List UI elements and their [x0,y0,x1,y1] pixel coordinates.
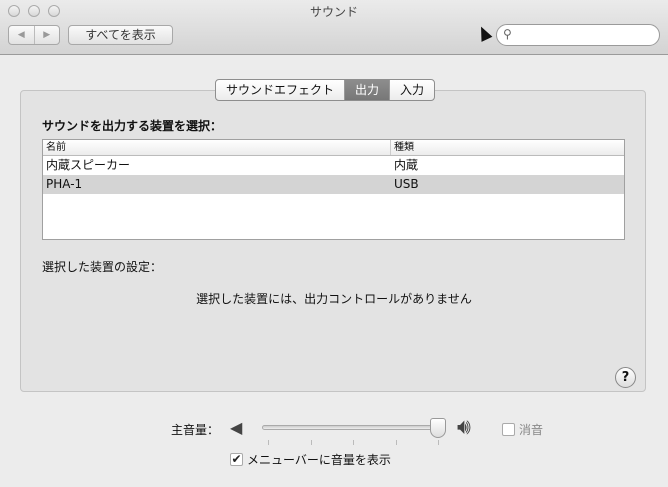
no-controls-message: 選択した装置には、出力コントロールがありません [196,292,472,306]
speaker-low-icon: ◀ [230,418,243,437]
device-table: 名前 種類 内蔵スピーカー 内蔵 PHA-1 USB [42,139,625,240]
tab-output[interactable]: 出力 [345,80,391,100]
device-type: USB [394,177,419,191]
forward-button[interactable]: ▶ [35,26,60,44]
tab-input[interactable]: 入力 [390,80,434,100]
help-button[interactable]: ? [615,367,636,388]
tab-sound-effects[interactable]: サウンドエフェクト [216,80,346,100]
column-type[interactable]: 種類 [391,140,624,155]
window-title: サウンド [309,5,358,19]
device-type: 内蔵 [394,158,419,172]
show-volume-in-menubar-checkbox[interactable]: ✔ メニューバーに音量を表示 [230,451,391,468]
mute-label: 消音 [519,423,544,437]
slider-tick [395,440,397,445]
show-all-button[interactable]: すべてを表示 [68,25,173,45]
show-volume-label: メニューバーに音量を表示 [247,453,391,467]
volume-slider-thumb[interactable] [430,418,446,438]
slider-tick [310,440,312,445]
mouse-cursor-icon [475,24,493,42]
slider-tick [438,440,439,445]
slider-tick [353,440,354,445]
device-select-heading: サウンドを出力する装置を選択： [42,119,223,133]
device-name: 内蔵スピーカー [46,158,131,172]
volume-slider[interactable] [262,425,446,430]
table-row[interactable]: PHA-1 USB [43,175,624,194]
device-name: PHA-1 [46,177,83,191]
nav-buttons: ◀ ▶ [8,25,60,45]
back-button[interactable]: ◀ [9,26,35,44]
device-settings-label: 選択した装置の設定： [42,260,163,274]
speaker-high-icon: 🔊︎ [457,415,471,440]
mute-checkbox[interactable]: 消音 [502,421,543,438]
output-panel [20,90,646,392]
column-name[interactable]: 名前 [43,140,391,155]
slider-tick [268,440,269,445]
tab-bar: サウンドエフェクト 出力 入力 [215,79,436,101]
volume-label: 主音量： [171,423,220,437]
mute-checkbox-box[interactable] [502,423,515,436]
search-input[interactable]: ⚲ [496,24,660,46]
checkbox-checked[interactable]: ✔ [230,453,243,466]
table-header: 名前 種類 [43,140,624,156]
table-row[interactable]: 内蔵スピーカー 内蔵 [43,156,624,175]
search-icon: ⚲ [503,27,512,41]
title-bar: サウンド ◀ ▶ すべてを表示 ⚲ [0,0,668,55]
